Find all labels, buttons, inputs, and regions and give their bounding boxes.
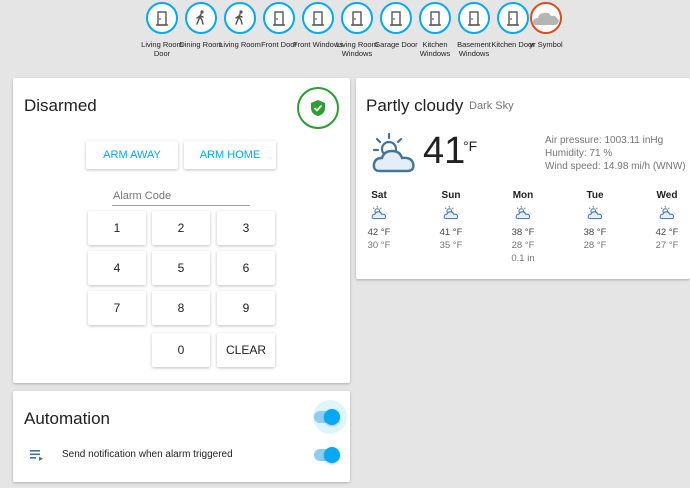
badge-label: yr Symbol xyxy=(529,40,563,49)
badge-basement-windows[interactable]: Basement Windows xyxy=(454,2,494,58)
forecast-day-name: Wed xyxy=(656,190,678,201)
badge-living-room-door[interactable]: Living Room Door xyxy=(141,2,183,58)
humidity: Humidity: 71 % xyxy=(545,148,613,159)
cloud-icon xyxy=(530,2,562,34)
keypad-key-7[interactable]: 7 xyxy=(88,291,146,325)
automation-card: Automation Send notification when alarm … xyxy=(13,391,350,482)
toggle-knob xyxy=(324,447,340,463)
forecast-day: Tue 38 °F 28 °F xyxy=(575,190,615,252)
door-icon xyxy=(302,2,334,34)
shield-check-icon xyxy=(311,100,325,116)
wind-speed: Wind speed: 14.98 mi/h (WNW) xyxy=(545,161,686,172)
keypad-key-4[interactable]: 4 xyxy=(88,251,146,285)
forecast-day-name: Mon xyxy=(512,190,534,201)
temperature-unit: °F xyxy=(463,138,478,154)
partly-cloudy-icon xyxy=(503,205,543,221)
arm-home-button[interactable]: ARM HOME xyxy=(184,141,276,169)
current-temperature: 41 xyxy=(423,130,466,172)
forecast-precipitation: 0.1 in xyxy=(511,253,535,264)
automation-group-toggle[interactable] xyxy=(314,409,340,425)
alarm-code-input[interactable]: Alarm Code xyxy=(113,190,171,202)
alarm-status-badge xyxy=(297,87,339,129)
forecast-high: 38 °F xyxy=(511,227,535,238)
door-icon xyxy=(419,2,451,34)
partly-cloudy-icon xyxy=(647,205,687,221)
toggle-knob xyxy=(324,409,340,425)
weather-card[interactable]: Partly cloudy Dark Sky 41 °F Air pressur… xyxy=(356,78,690,279)
keypad-key-5[interactable]: 5 xyxy=(152,251,210,285)
forecast-high: 42 °F xyxy=(367,227,391,238)
forecast-day-name: Sat xyxy=(371,190,387,201)
playlist-icon xyxy=(30,450,43,461)
walking-person-icon xyxy=(224,2,256,34)
keypad-key-6[interactable]: 6 xyxy=(217,251,275,285)
forecast-low: 30 °F xyxy=(367,240,391,251)
forecast-low: 35 °F xyxy=(439,240,463,251)
keypad-key-1[interactable]: 1 xyxy=(88,211,146,245)
forecast-high: 38 °F xyxy=(583,227,607,238)
arm-away-button[interactable]: ARM AWAY xyxy=(86,141,178,169)
forecast-high: 42 °F xyxy=(655,227,679,238)
forecast-day-name: Sun xyxy=(441,190,461,201)
automation-title: Automation xyxy=(24,409,110,428)
weather-source: Dark Sky xyxy=(469,100,514,112)
automation-item-label: Send notification when alarm triggered xyxy=(62,449,233,460)
alarm-panel-card: Disarmed ARM AWAY ARM HOME Alarm Code 1 … xyxy=(13,78,350,383)
forecast-day: Sun 41 °F 35 °F xyxy=(431,190,471,252)
alarm-code-underline xyxy=(112,205,250,206)
forecast-day-name: Tue xyxy=(586,190,604,201)
alarm-state-title: Disarmed xyxy=(24,96,97,115)
partly-cloudy-icon xyxy=(575,205,615,221)
partly-cloudy-icon xyxy=(359,205,399,221)
walking-person-icon xyxy=(185,2,217,34)
forecast-day: Sat 42 °F 30 °F xyxy=(359,190,399,252)
partly-cloudy-icon xyxy=(372,132,415,173)
forecast-day: Wed 42 °F 27 °F xyxy=(647,190,687,252)
forecast-low: 27 °F xyxy=(655,240,679,251)
air-pressure: Air pressure: 1003.11 inHg xyxy=(545,135,664,146)
badge-living-room-windows[interactable]: Living Room Windows xyxy=(336,2,378,58)
door-icon xyxy=(263,2,295,34)
keypad-key-2[interactable]: 2 xyxy=(152,211,210,245)
partly-cloudy-icon xyxy=(431,205,471,221)
automation-item-toggle[interactable] xyxy=(314,447,340,463)
forecast-low: 28 °F xyxy=(583,240,607,251)
door-icon xyxy=(341,2,373,34)
door-icon xyxy=(458,2,490,34)
door-icon xyxy=(380,2,412,34)
keypad-key-9[interactable]: 9 xyxy=(217,291,275,325)
forecast-day: Mon 38 °F 28 °F 0.1 in xyxy=(503,190,543,265)
keypad-clear-button[interactable]: CLEAR xyxy=(217,333,275,367)
door-icon xyxy=(146,2,178,34)
keypad-key-3[interactable]: 3 xyxy=(217,211,275,245)
keypad-key-8[interactable]: 8 xyxy=(152,291,210,325)
keypad-key-0[interactable]: 0 xyxy=(152,333,210,367)
forecast-low: 28 °F xyxy=(511,240,535,251)
badge-yr-symbol[interactable]: yr Symbol xyxy=(528,2,564,49)
weather-condition: Partly cloudy xyxy=(366,96,464,115)
door-icon xyxy=(497,2,529,34)
forecast-high: 41 °F xyxy=(439,227,463,238)
